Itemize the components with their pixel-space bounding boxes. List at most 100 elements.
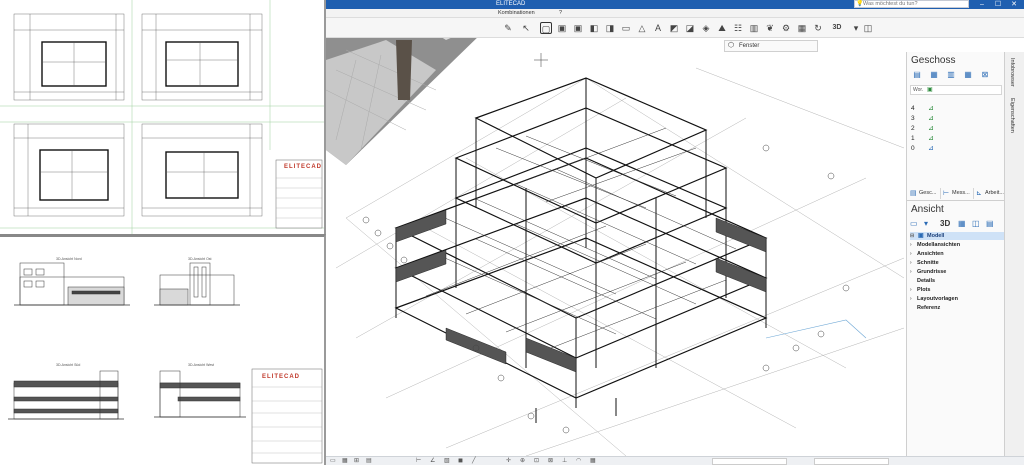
tab-eigenschaften[interactable]: Eigenschaften bbox=[1009, 98, 1015, 133]
tree-item-details[interactable]: Details bbox=[910, 277, 1004, 285]
menu-item-combinations[interactable]: Kombinationen bbox=[498, 10, 535, 16]
floor-copy-icon[interactable]: ▦ bbox=[928, 69, 940, 80]
chevron-down-icon[interactable]: ▾ bbox=[850, 22, 862, 34]
minimize-icon[interactable]: – bbox=[974, 0, 990, 9]
rotate-icon[interactable]: ↻ bbox=[812, 22, 824, 34]
hatch-icon[interactable]: ▧ bbox=[444, 457, 450, 465]
view-copy-icon[interactable]: ◫ bbox=[972, 218, 980, 230]
elevation-title-north: 3D-Ansicht Nord bbox=[56, 257, 82, 261]
floor-list-header: Wor. ▣ bbox=[910, 85, 1002, 95]
plant-icon[interactable]: ❦ bbox=[764, 22, 776, 34]
select-box-icon[interactable]: ▢ bbox=[540, 22, 552, 34]
layer-icon[interactable]: ▤ bbox=[366, 457, 372, 465]
mid-snap-icon[interactable]: ⊠ bbox=[548, 457, 553, 465]
chevron-right-icon[interactable]: › bbox=[910, 295, 912, 303]
ortho-icon[interactable]: ⊞ bbox=[354, 457, 359, 465]
mode-3d-label[interactable]: 3D bbox=[940, 218, 950, 230]
tree-item-schnitte[interactable]: › Schnitte bbox=[910, 259, 1004, 267]
measure-icon[interactable]: ⊢ bbox=[416, 457, 421, 465]
tab-infobrowser[interactable]: Infobrowser bbox=[1009, 58, 1015, 87]
view-grid-icon[interactable]: ▦ bbox=[958, 218, 966, 230]
floor-layer-active-icon: ⊿ bbox=[928, 145, 934, 152]
floor-row[interactable]: 4 ⊿ bbox=[911, 104, 1001, 113]
search-input[interactable]: 💡 Was möchtest du tun? bbox=[854, 0, 969, 8]
app-title: ELITECAD bbox=[496, 1, 526, 7]
collapse-icon[interactable]: ⊟ bbox=[910, 232, 914, 240]
status-dropdown-2[interactable] bbox=[814, 458, 889, 465]
floor-number: 4 bbox=[911, 105, 915, 112]
chevron-down-icon[interactable]: ▾ bbox=[924, 218, 928, 230]
cone-icon[interactable]: △ bbox=[636, 22, 648, 34]
view-export-icon[interactable]: ▤ bbox=[986, 218, 994, 230]
shape-icon-2[interactable]: ◪ bbox=[684, 22, 696, 34]
floor-settings-icon[interactable]: ▥ bbox=[945, 69, 957, 80]
tree-item-plots[interactable]: › Plots bbox=[910, 286, 1004, 294]
maximize-icon[interactable]: ☐ bbox=[990, 0, 1006, 9]
end-snap-icon[interactable]: ⊡ bbox=[534, 457, 539, 465]
object-snap-icon[interactable]: ✛ bbox=[506, 457, 511, 465]
wall-icon[interactable]: ▥ bbox=[748, 22, 760, 34]
chevron-right-icon[interactable]: › bbox=[910, 259, 912, 267]
tab-arbeit[interactable]: ⊾ Arbeit... bbox=[975, 188, 1005, 199]
color-icon[interactable]: ◼ bbox=[458, 457, 463, 465]
main-toolbar: ✎ ↖ ▢ ▣ ▣ ◧ ◨ ▭ △ A ◩ ◪ ◈ ⛰ ☷ ▥ ❦ ⚙ ▦ ↻ … bbox=[326, 18, 1024, 38]
tree-item-layoutvorlagen[interactable]: › Layoutvorlagen bbox=[910, 295, 1004, 303]
floor-add-icon[interactable]: ▤ bbox=[911, 69, 923, 80]
snap-icon[interactable]: ▭ bbox=[330, 457, 336, 465]
rectangle-icon[interactable]: ▭ bbox=[620, 22, 632, 34]
ladder-icon[interactable]: ☷ bbox=[732, 22, 744, 34]
tangent-snap-icon[interactable]: ◠ bbox=[576, 457, 581, 465]
tree-item-label: Details bbox=[917, 278, 936, 284]
view-list-icon[interactable]: ▭ bbox=[910, 218, 918, 230]
close-icon[interactable]: ✕ bbox=[1006, 0, 1022, 9]
landscape-icon[interactable]: ⛰ bbox=[716, 22, 728, 34]
camera-icon[interactable]: ◫ bbox=[862, 22, 874, 34]
center-snap-icon[interactable]: ⊕ bbox=[520, 457, 525, 465]
shape-icon[interactable]: ◩ bbox=[668, 22, 680, 34]
elevation-title-west: 3D-Ansicht West bbox=[188, 363, 214, 367]
status-dropdown[interactable] bbox=[712, 458, 787, 465]
angle-icon[interactable]: ∠ bbox=[430, 457, 435, 465]
tree-item-grundrisse[interactable]: › Grundrisse bbox=[910, 268, 1004, 276]
tree-item-modellansichten[interactable]: › Modellansichten bbox=[910, 241, 1004, 249]
floor-plan-sheet: ELITECAD bbox=[0, 0, 326, 234]
tree-item-referenz[interactable]: Referenz bbox=[910, 304, 1004, 312]
surface-icon[interactable]: ◈ bbox=[700, 22, 712, 34]
3d-rotate-icon[interactable]: 3D bbox=[828, 22, 846, 34]
grid-icon[interactable]: ▦ bbox=[342, 457, 348, 465]
ansicht-title: Ansicht bbox=[911, 204, 944, 215]
perp-snap-icon[interactable]: ⊥ bbox=[562, 457, 567, 465]
gear-icon[interactable]: ⚙ bbox=[780, 22, 792, 34]
chevron-right-icon[interactable]: › bbox=[910, 286, 912, 294]
tab-geschoss[interactable]: ▤ Gesc... bbox=[909, 188, 941, 199]
cube-icon[interactable]: ◧ bbox=[588, 22, 600, 34]
elevation-title-east: 3D-Ansicht Ost bbox=[188, 257, 212, 261]
floor-row[interactable]: 0 ⊿ bbox=[911, 144, 1001, 153]
eraser-icon[interactable]: ✎ bbox=[502, 22, 514, 34]
chevron-right-icon[interactable]: › bbox=[910, 250, 912, 258]
cube-icon-2[interactable]: ◨ bbox=[604, 22, 616, 34]
floor-row[interactable]: 1 ⊿ bbox=[911, 134, 1001, 143]
text-icon[interactable]: A bbox=[652, 22, 664, 34]
pointer-icon[interactable]: ↖ bbox=[520, 22, 532, 34]
tab-messen[interactable]: ⊢ Mess... bbox=[942, 188, 974, 199]
image-icon[interactable]: ▣ bbox=[556, 22, 568, 34]
image-icon-2[interactable]: ▣ bbox=[572, 22, 584, 34]
chevron-right-icon[interactable]: › bbox=[910, 241, 912, 249]
table-icon[interactable]: ▦ bbox=[796, 22, 808, 34]
view-dropdown[interactable]: ⬡ Fenster bbox=[724, 40, 818, 52]
tree-item-modell[interactable]: ⊟ ▣ Modell bbox=[910, 232, 1004, 240]
tree-item-ansichten[interactable]: › Ansichten bbox=[910, 250, 1004, 258]
floor-layer-icon: ⊿ bbox=[928, 115, 934, 122]
floor-row[interactable]: 2 ⊿ bbox=[911, 124, 1001, 133]
grid-snap-icon[interactable]: ▦ bbox=[590, 457, 596, 465]
floor-close-icon[interactable]: ⊠ bbox=[979, 69, 991, 80]
line-icon[interactable]: ╱ bbox=[472, 457, 476, 465]
menu-item-help[interactable]: ? bbox=[559, 10, 562, 16]
floor-row[interactable]: 3 ⊿ bbox=[911, 114, 1001, 123]
floor-number: 1 bbox=[911, 135, 915, 142]
window-icon: ⬡ bbox=[728, 42, 735, 49]
floor-table-icon[interactable]: ▦ bbox=[962, 69, 974, 80]
chevron-right-icon[interactable]: › bbox=[910, 268, 912, 276]
floor-visible-icon[interactable]: ▣ bbox=[927, 86, 933, 94]
